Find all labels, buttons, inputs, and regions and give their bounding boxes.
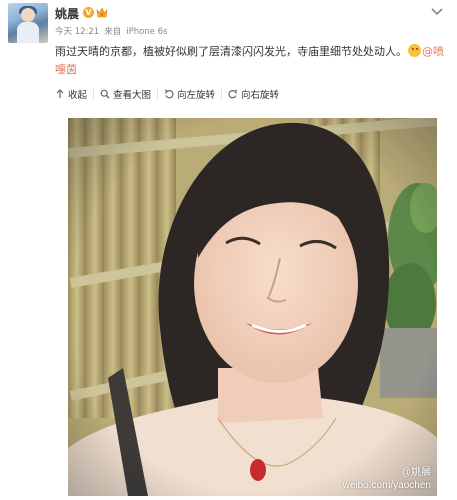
collapse-label: 收起 — [68, 90, 88, 101]
post-body: 雨过天晴的京都，植被好似刷了层清漆闪闪发光，寺庙里细节处处动人。 — [55, 45, 407, 58]
rotate-right-icon — [228, 89, 238, 99]
image-toolbar: 收起 查看大图 向左旋转 向右旋转 — [55, 86, 279, 102]
photo-watermark: @姚晨 weibo.com/yaochen — [343, 466, 431, 492]
watermark-url: weibo.com/yaochen — [342, 480, 431, 491]
search-magnifier-icon — [100, 89, 110, 99]
source-prefix: 来自 — [104, 27, 122, 37]
collapse-up-icon — [56, 89, 64, 98]
rotate-left-label: 向左旋转 — [177, 90, 216, 101]
post-time[interactable]: 今天 12:21 — [55, 27, 99, 37]
post-source[interactable]: iPhone 6s — [126, 27, 167, 37]
vip-crown-icon[interactable] — [96, 7, 108, 18]
rotate-right-label: 向右旋转 — [241, 90, 280, 101]
rotate-left-icon — [164, 89, 174, 99]
chevron-down-icon[interactable] — [430, 6, 444, 16]
avatar[interactable] — [8, 3, 48, 43]
post-header: 姚晨 V 今天 12:21 来自 iPhone 6s 雨过天晴的京都，植被好似刷了层… — [0, 0, 457, 80]
post-text: 雨过天晴的京都，植被好似刷了层清漆闪闪发光，寺庙里细节处处动人。 @喷嚏茵 — [55, 43, 450, 79]
post-meta: 今天 12:21 来自 iPhone 6s — [55, 25, 172, 37]
rotate-right-button[interactable]: 向右旋转 — [228, 87, 279, 101]
watermark-handle: @姚晨 — [400, 467, 431, 478]
post-photo[interactable]: @姚晨 weibo.com/yaochen — [68, 118, 437, 496]
username[interactable]: 姚晨 — [55, 5, 79, 22]
collapse-button[interactable]: 收起 — [55, 87, 87, 101]
rotate-left-button[interactable]: 向左旋转 — [164, 87, 215, 101]
photo-illustration — [68, 118, 437, 496]
view-large-label: 查看大图 — [113, 90, 152, 101]
verified-v-icon: V — [83, 7, 94, 18]
smile-emoji-icon — [408, 44, 421, 57]
view-large-button[interactable]: 查看大图 — [100, 87, 151, 101]
